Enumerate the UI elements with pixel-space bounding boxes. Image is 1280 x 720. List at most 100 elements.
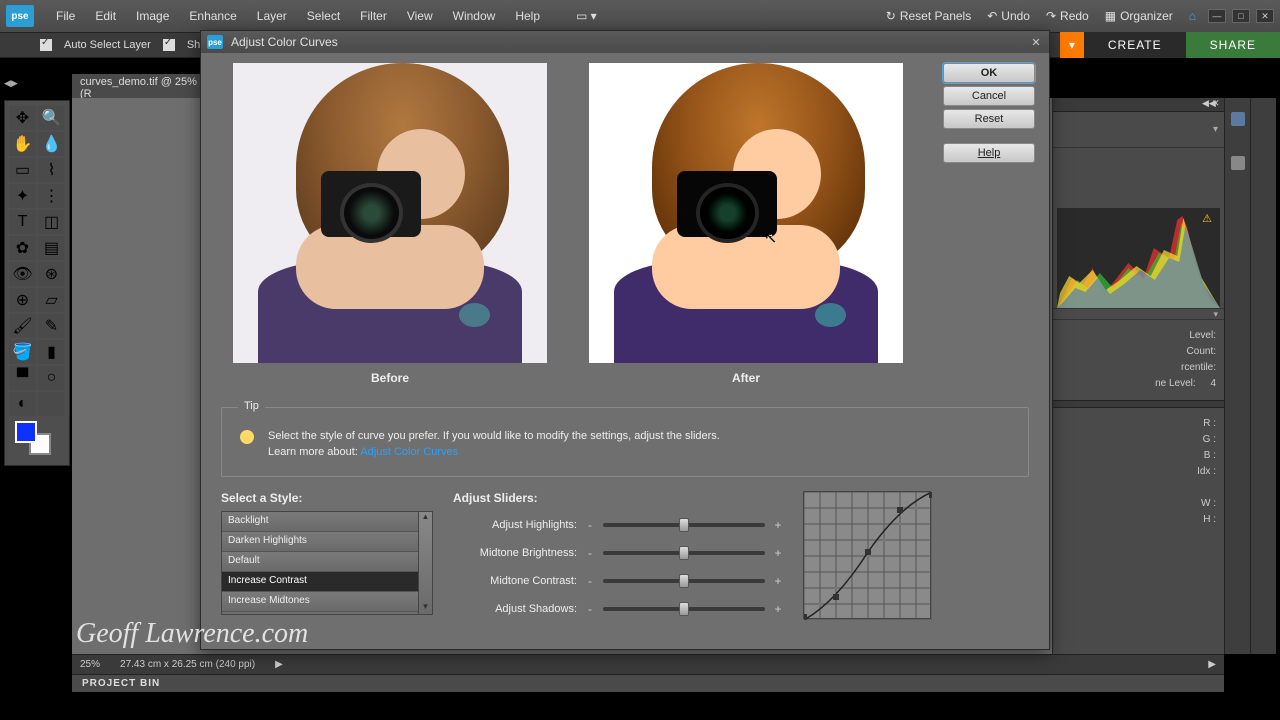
midtone-brightness-slider[interactable]	[603, 551, 765, 555]
histo-menu-icon[interactable]: ▾	[1213, 309, 1218, 319]
share-tab[interactable]: SHARE	[1186, 32, 1280, 58]
minimize-button[interactable]: —	[1208, 9, 1226, 23]
panel-collapse-icon[interactable]: ◀◀	[1202, 98, 1212, 108]
panel-icon	[1231, 112, 1245, 126]
clone-tool[interactable]: ⊕	[9, 288, 36, 312]
help-button[interactable]: Help	[943, 143, 1035, 163]
undo-icon: ↶	[987, 9, 997, 23]
tab-grip-icon[interactable]: ◀▶	[4, 78, 16, 90]
menu-help[interactable]: Help	[505, 9, 550, 23]
auto-select-label: Auto Select Layer	[64, 39, 151, 51]
cookie-tool[interactable]: ✿	[9, 236, 36, 260]
zoom-tool[interactable]: 🔍	[38, 106, 65, 130]
app-logo: pse	[6, 5, 34, 27]
highlights-slider[interactable]	[603, 523, 765, 527]
move-tool[interactable]: ✥	[9, 106, 36, 130]
foreground-color[interactable]	[15, 421, 37, 443]
cursor-icon: ↖	[764, 228, 777, 248]
collapsed-panel-1[interactable]	[1224, 98, 1250, 654]
slider-label: Adjust Highlights:	[453, 519, 577, 531]
shadows-slider[interactable]	[603, 607, 765, 611]
midtone-contrast-slider[interactable]	[603, 579, 765, 583]
menu-file[interactable]: File	[46, 9, 85, 23]
note-tool[interactable]: ▮	[38, 340, 65, 364]
edit-tab-dropdown[interactable]: ▾	[1060, 32, 1084, 58]
wand-tool[interactable]: ✦	[9, 184, 36, 208]
scroll-down-icon[interactable]: ▼	[422, 602, 430, 614]
menu-window[interactable]: Window	[443, 9, 506, 23]
minus-icon: -	[585, 518, 595, 532]
dialog-titlebar[interactable]: pse Adjust Color Curves ✕	[201, 31, 1049, 53]
scroll-right-icon[interactable]: ▶	[1208, 659, 1216, 670]
blur-tool[interactable]: ○	[38, 366, 65, 390]
slider-label: Midtone Brightness:	[453, 547, 577, 559]
dialog-title: Adjust Color Curves	[231, 35, 338, 49]
marquee-tool[interactable]: ▭	[9, 158, 36, 182]
slider-label: Adjust Shadows:	[453, 603, 577, 615]
scroll-up-icon[interactable]: ▲	[422, 512, 430, 524]
screen-mode-button[interactable]: ▭ ▾	[570, 7, 603, 25]
menu-select[interactable]: Select	[297, 9, 350, 23]
type-tool[interactable]: T	[9, 210, 36, 234]
menu-image[interactable]: Image	[126, 9, 179, 23]
project-bin-header[interactable]: PROJECT BIN	[72, 674, 1224, 692]
color-swatches[interactable]	[7, 417, 67, 461]
menu-filter[interactable]: Filter	[350, 9, 397, 23]
empty-tool	[38, 392, 65, 416]
tip-learn-label: Learn more about:	[268, 446, 358, 458]
status-bar: 25% 27.43 cm x 26.25 cm (240 ppi) ▶ ▶	[72, 654, 1224, 674]
menu-enhance[interactable]: Enhance	[179, 9, 246, 23]
style-item[interactable]: Backlight	[222, 512, 418, 532]
toolbox: ✥🔍 ✋💧 ▭⌇ ✦⋮ T◫ ✿▤ 👁⊛ ⊕▱ 🖌✎ 🪣▮ ▀○ ◐	[4, 100, 70, 466]
menu-view[interactable]: View	[397, 9, 443, 23]
minus-icon: -	[585, 602, 595, 616]
brush-tool[interactable]: 🖌	[9, 314, 36, 338]
crop-tool[interactable]: ◫	[38, 210, 65, 234]
style-scrollbar[interactable]: ▲ ▼	[418, 512, 432, 614]
auto-select-checkbox[interactable]	[40, 39, 52, 51]
style-item[interactable]: Darken Highlights	[222, 532, 418, 552]
after-label: After	[589, 371, 903, 385]
sponge-tool[interactable]: ◐	[9, 392, 36, 416]
menu-layer[interactable]: Layer	[247, 9, 297, 23]
redeye-tool[interactable]: 👁	[9, 262, 36, 286]
redo-button[interactable]: ↷Redo	[1040, 7, 1095, 25]
reset-panels-button[interactable]: ↻Reset Panels	[880, 7, 977, 25]
bucket-tool[interactable]: 🪣	[9, 340, 36, 364]
collapsed-panel-2[interactable]	[1250, 98, 1276, 654]
status-arrow-icon[interactable]: ▶	[275, 659, 283, 670]
style-item[interactable]: Increase Midtones	[222, 592, 418, 612]
dialog-close-button[interactable]: ✕	[1029, 35, 1043, 49]
close-button[interactable]: ✕	[1256, 9, 1274, 23]
style-item[interactable]: Default	[222, 552, 418, 572]
show-bounds-checkbox[interactable]	[163, 39, 175, 51]
create-tab[interactable]: CREATE	[1084, 32, 1186, 58]
menu-edit[interactable]: Edit	[85, 9, 126, 23]
style-item-selected[interactable]: Increase Contrast	[222, 572, 418, 592]
tip-link[interactable]: Adjust Color Curves	[360, 446, 458, 458]
hand-tool[interactable]: ✋	[9, 132, 36, 156]
eyedropper-tool[interactable]: 💧	[38, 132, 65, 156]
after-preview	[589, 63, 903, 363]
zoom-level[interactable]: 25%	[80, 659, 100, 670]
undo-button[interactable]: ↶Undo	[981, 7, 1036, 25]
eraser-tool[interactable]: ▱	[38, 288, 65, 312]
reset-button[interactable]: Reset	[943, 109, 1035, 129]
home-icon: ⌂	[1189, 9, 1196, 23]
smartbrush-tool[interactable]: ✎	[38, 314, 65, 338]
panel-close-icon[interactable]: ✕	[1212, 98, 1222, 108]
quickselect-tool[interactable]: ⋮	[38, 184, 65, 208]
lasso-tool[interactable]: ⌇	[38, 158, 65, 182]
tip-label: Tip	[238, 400, 265, 412]
slider-label: Midtone Contrast:	[453, 575, 577, 587]
home-button[interactable]: ⌂	[1183, 7, 1202, 25]
panel-dropdown-icon[interactable]: ▾	[1213, 124, 1218, 135]
cancel-button[interactable]: Cancel	[943, 86, 1035, 106]
ok-button[interactable]: OK	[943, 63, 1035, 83]
maximize-button[interactable]: □	[1232, 9, 1250, 23]
recompose-tool[interactable]: ▤	[38, 236, 65, 260]
curve-graph[interactable]	[803, 491, 931, 619]
gradient-tool[interactable]: ▀	[9, 366, 36, 390]
heal-tool[interactable]: ⊛	[38, 262, 65, 286]
organizer-button[interactable]: ▦Organizer	[1099, 7, 1179, 25]
